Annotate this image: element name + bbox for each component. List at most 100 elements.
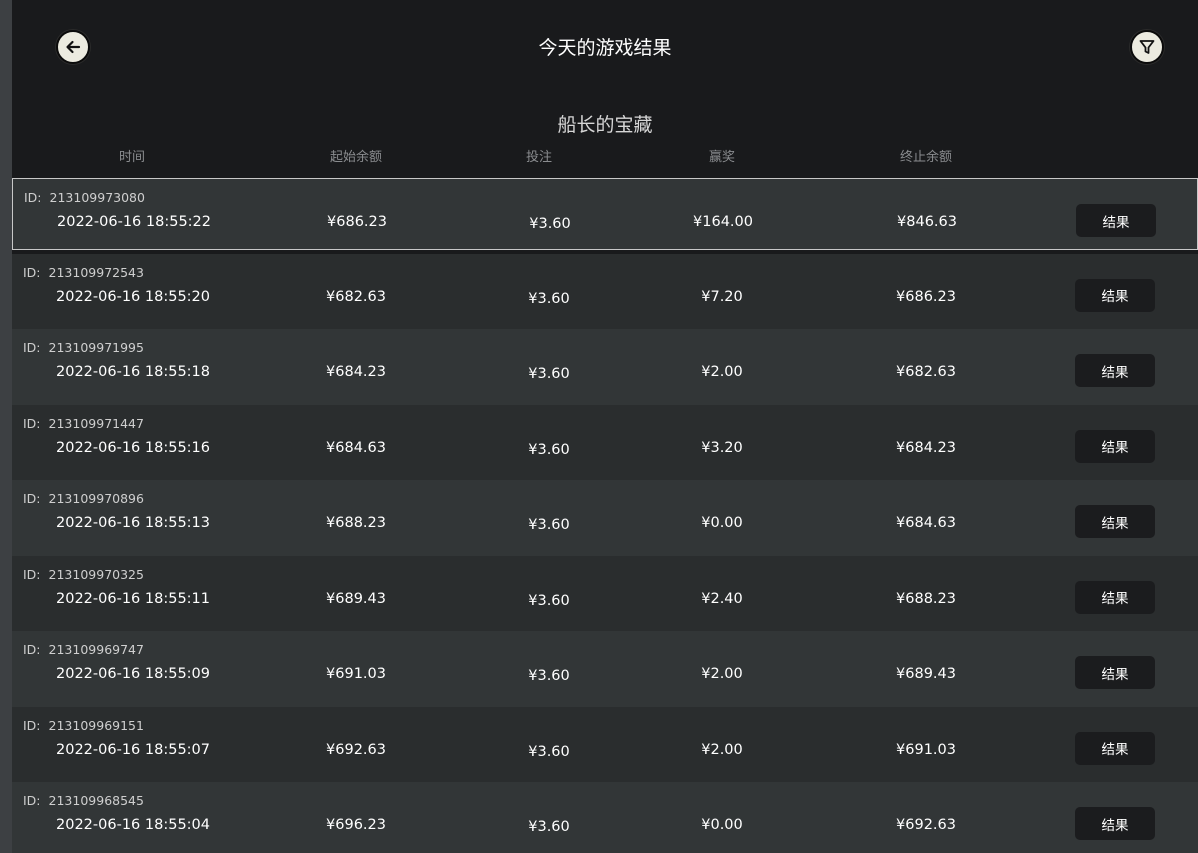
round-id-value: 213109973080	[49, 190, 145, 205]
round-id: ID: 213109970896	[23, 491, 144, 507]
round-id: ID: 213109970325	[23, 567, 144, 583]
filter-button[interactable]	[1130, 30, 1164, 64]
round-id: ID: 213109968545	[23, 793, 144, 809]
cell-bet: ¥3.60	[528, 517, 570, 533]
cell-end-balance: ¥846.63	[897, 214, 957, 230]
cell-start-balance: ¥692.63	[326, 741, 386, 758]
cell-end-balance: ¥684.63	[896, 515, 956, 531]
cell-time: 2022-06-16 18:55:16	[56, 439, 210, 456]
cell-win: ¥0.00	[701, 817, 743, 833]
round-id: ID: 213109971447	[23, 416, 144, 432]
cell-bet: ¥3.60	[528, 743, 570, 760]
result-button[interactable]: 结果	[1075, 278, 1155, 312]
cell-bet: ¥3.60	[528, 819, 570, 835]
cell-win: ¥3.20	[701, 439, 743, 456]
cell-time: 2022-06-16 18:55:13	[56, 515, 210, 531]
round-id-label: ID:	[23, 642, 41, 657]
cell-end-balance: ¥688.23	[896, 590, 956, 607]
cell-start-balance: ¥684.23	[326, 364, 386, 380]
filter-icon	[1139, 40, 1155, 54]
cell-start-balance: ¥682.63	[326, 288, 386, 305]
cell-time: 2022-06-16 18:55:22	[57, 214, 211, 230]
cell-end-balance: ¥682.63	[896, 364, 956, 380]
result-button[interactable]: 结果	[1075, 656, 1155, 689]
cell-win: ¥164.00	[693, 214, 753, 230]
round-id-value: 213109970325	[48, 566, 144, 582]
cell-bet: ¥3.60	[528, 290, 570, 307]
round-id-label: ID:	[23, 491, 41, 506]
table-row[interactable]: ID: 213109971447 2022-06-16 18:55:16 ¥684.6…	[12, 404, 1198, 480]
column-headers: 时间 起始余额 投注 赢奖 终止余额	[12, 148, 1198, 170]
cell-end-balance: ¥691.03	[896, 741, 956, 758]
round-id-label: ID:	[23, 415, 41, 431]
table-row[interactable]: ID: 213109972543 2022-06-16 18:55:20 ¥682.6…	[12, 253, 1198, 329]
cell-win: ¥2.00	[701, 666, 743, 682]
cell-time: 2022-06-16 18:55:04	[56, 817, 210, 833]
left-edge-strip	[0, 0, 12, 853]
cell-time: 2022-06-16 18:55:20	[56, 288, 210, 305]
cell-bet: ¥3.60	[528, 441, 570, 458]
result-button[interactable]: 结果	[1075, 807, 1155, 840]
table-row[interactable]: ID: 213109969151 2022-06-16 18:55:07 ¥692.6…	[12, 706, 1198, 782]
cell-time: 2022-06-16 18:55:07	[56, 741, 210, 758]
round-id-value: 213109969747	[48, 642, 144, 657]
round-id: ID: 213109969747	[23, 642, 144, 658]
cell-bet: ¥3.60	[528, 668, 570, 684]
cell-end-balance: ¥684.23	[896, 439, 956, 456]
round-id-value: 213109972543	[48, 264, 144, 280]
column-header-start-balance: 起始余额	[329, 150, 383, 165]
table-row[interactable]: ID: 213109970325 2022-06-16 18:55:11 ¥689.4…	[12, 555, 1198, 631]
round-id-value: 213109971447	[48, 415, 144, 431]
round-id: ID: 213109973080	[24, 190, 145, 206]
table-row[interactable]: ID: 213109973080 2022-06-16 18:55:22 ¥686.2…	[12, 178, 1198, 250]
column-header-time: 时间	[118, 150, 146, 165]
header: 今天的游戏结果	[12, 0, 1198, 100]
round-id: ID: 213109972543	[23, 265, 144, 281]
cell-start-balance: ¥689.43	[326, 590, 386, 607]
game-name: 船长的宝藏	[557, 114, 653, 136]
cell-time: 2022-06-16 18:55:09	[56, 666, 210, 682]
column-header-bet: 投注	[525, 150, 553, 165]
cell-bet: ¥3.60	[528, 366, 570, 382]
round-id-value: 213109969151	[48, 717, 144, 733]
column-header-win: 赢奖	[708, 150, 736, 165]
cell-bet: ¥3.60	[529, 216, 571, 232]
results-list: ID: 213109973080 2022-06-16 18:55:22 ¥686.2…	[12, 178, 1198, 853]
page-title: 今天的游戏结果	[538, 37, 672, 59]
round-id: ID: 213109971995	[23, 340, 144, 356]
cell-win: ¥2.00	[701, 741, 743, 758]
cell-time: 2022-06-16 18:55:11	[56, 590, 210, 607]
game-results-page: 今天的游戏结果 船长的宝藏 时间 起始余额 投注 赢奖 终止余额 ID: 2131…	[12, 0, 1198, 853]
column-header-end-balance: 终止余额	[899, 150, 953, 165]
cell-start-balance: ¥688.23	[326, 515, 386, 531]
round-id-label: ID:	[23, 566, 41, 582]
round-id-label: ID:	[23, 340, 41, 355]
cell-end-balance: ¥686.23	[896, 288, 956, 305]
table-row[interactable]: ID: 213109971995 2022-06-16 18:55:18 ¥684.2…	[12, 329, 1198, 405]
round-id-value: 213109971995	[48, 340, 144, 355]
cell-win: ¥7.20	[701, 288, 743, 305]
result-button[interactable]: 结果	[1075, 429, 1155, 463]
cell-win: ¥2.00	[701, 364, 743, 380]
cell-bet: ¥3.60	[528, 592, 570, 609]
cell-start-balance: ¥686.23	[327, 214, 387, 230]
cell-end-balance: ¥689.43	[896, 666, 956, 682]
result-button[interactable]: 结果	[1075, 731, 1155, 765]
round-id-label: ID:	[24, 190, 42, 205]
result-button[interactable]: 结果	[1075, 505, 1155, 538]
round-id: ID: 213109969151	[23, 718, 144, 734]
table-row[interactable]: ID: 213109970896 2022-06-16 18:55:13 ¥688.2…	[12, 480, 1198, 556]
round-id-label: ID:	[23, 264, 41, 280]
result-button[interactable]: 结果	[1076, 204, 1156, 237]
cell-start-balance: ¥684.63	[326, 439, 386, 456]
table-row[interactable]: ID: 213109969747 2022-06-16 18:55:09 ¥691.0…	[12, 631, 1198, 707]
cell-win: ¥0.00	[701, 515, 743, 531]
cell-start-balance: ¥691.03	[326, 666, 386, 682]
result-button[interactable]: 结果	[1075, 354, 1155, 387]
result-button[interactable]: 结果	[1075, 580, 1155, 614]
round-id-label: ID:	[23, 793, 41, 808]
table-row[interactable]: ID: 213109968545 2022-06-16 18:55:04 ¥696.2…	[12, 782, 1198, 853]
cell-win: ¥2.40	[701, 590, 743, 607]
round-id-value: 213109970896	[48, 491, 144, 506]
round-id-label: ID:	[23, 717, 41, 733]
